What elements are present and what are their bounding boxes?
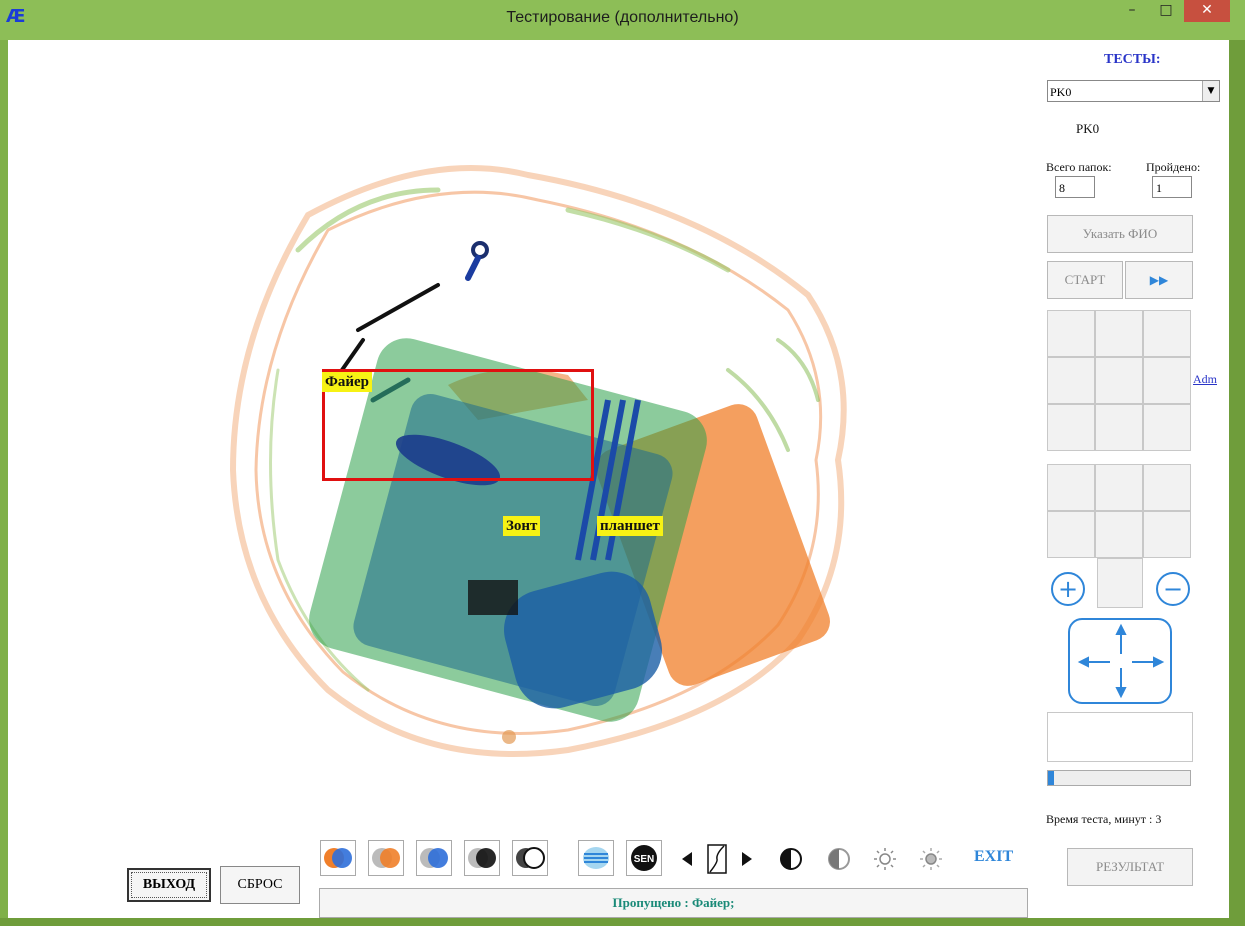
grid-cell[interactable]: [1095, 511, 1143, 558]
bright-icon[interactable]: [918, 846, 944, 872]
window-frame-left: [0, 40, 8, 926]
passed-field[interactable]: 1: [1152, 176, 1192, 198]
tests-title: ТЕСТЫ:: [1104, 52, 1161, 67]
color-blue-grey-icon[interactable]: [416, 840, 452, 876]
start-button[interactable]: СТАРТ: [1047, 261, 1123, 299]
total-folders-label: Всего папок:: [1046, 160, 1112, 174]
pan-control[interactable]: [1068, 618, 1172, 704]
exit-link[interactable]: EXIT: [974, 848, 1013, 866]
surface-icon[interactable]: [578, 840, 614, 876]
view-grid-bottom: [1047, 464, 1191, 558]
label-tablet: планшет: [597, 516, 663, 536]
zoom-out-button[interactable]: −: [1156, 572, 1190, 606]
grid-cell[interactable]: [1047, 511, 1095, 558]
test-select[interactable]: PK0 ▼: [1047, 80, 1220, 102]
test-time-label: Время теста, минут : 3: [1046, 812, 1162, 826]
label-umbrella: Зонт: [503, 516, 541, 536]
grid-cell[interactable]: [1047, 310, 1095, 357]
test-progress-bar: [1047, 770, 1191, 786]
test-progress-fill: [1048, 771, 1054, 785]
result-button[interactable]: РЕЗУЛЬТАТ: [1067, 848, 1193, 886]
maximize-button[interactable]: □: [1150, 0, 1182, 22]
grid-cell[interactable]: [1143, 357, 1191, 404]
adm-link[interactable]: Adm: [1193, 372, 1217, 387]
grid-cell[interactable]: [1143, 464, 1191, 511]
color-orange-grey-icon[interactable]: [368, 840, 404, 876]
window-title: Тестирование (дополнительно): [506, 9, 739, 26]
grid-cell[interactable]: [1095, 404, 1143, 451]
grid-cell[interactable]: [1095, 464, 1143, 511]
brightness-curve-icon[interactable]: [680, 842, 766, 876]
grid-cell[interactable]: [1047, 464, 1095, 511]
sen-icon[interactable]: SEN: [626, 840, 662, 876]
reset-button[interactable]: СБРОС: [220, 866, 300, 904]
color-black-white-icon[interactable]: [512, 840, 548, 876]
exit-button[interactable]: ВЫХОД: [127, 868, 211, 902]
status-bar: Пропущено : Файер;: [319, 888, 1028, 918]
test-select-value: PK0: [1050, 85, 1072, 99]
light-icon[interactable]: [872, 846, 898, 872]
grid-cell[interactable]: [1143, 404, 1191, 451]
window-frame-bottom: [0, 918, 1245, 926]
grid-cell[interactable]: [1047, 357, 1095, 404]
set-name-button[interactable]: Указать ФИО: [1047, 215, 1193, 253]
zoom-level-cell: [1097, 558, 1143, 608]
minimize-button[interactable]: –: [1116, 0, 1148, 22]
detection-label-flare: Файер: [322, 372, 373, 392]
half-contrast-icon[interactable]: [826, 846, 852, 872]
passed-label: Пройдено:: [1146, 160, 1201, 174]
grid-cell[interactable]: [1143, 511, 1191, 558]
zoom-in-button[interactable]: +: [1051, 572, 1085, 606]
forward-button[interactable]: ▶▶: [1125, 261, 1193, 299]
total-folders-field[interactable]: 8: [1055, 176, 1095, 198]
invert-icon[interactable]: [778, 846, 804, 872]
grid-cell[interactable]: [1047, 404, 1095, 451]
grid-cell[interactable]: [1143, 310, 1191, 357]
chevron-down-icon[interactable]: ▼: [1202, 81, 1219, 101]
pan-arrows-icon: [1077, 623, 1165, 699]
close-button[interactable]: ✕: [1184, 0, 1230, 22]
test-name: PK0: [1076, 121, 1100, 136]
color-black-grey-icon[interactable]: [464, 840, 500, 876]
preview-box: [1047, 712, 1193, 762]
grid-cell[interactable]: [1095, 310, 1143, 357]
view-grid-top: [1047, 310, 1191, 451]
title-bar: Æ Тестирование (дополнительно) – □ ✕: [0, 0, 1245, 40]
grid-cell[interactable]: [1095, 357, 1143, 404]
color-orange-blue-icon[interactable]: [320, 840, 356, 876]
sen-text: SEN: [634, 854, 655, 865]
window-frame-right: [1229, 40, 1245, 926]
